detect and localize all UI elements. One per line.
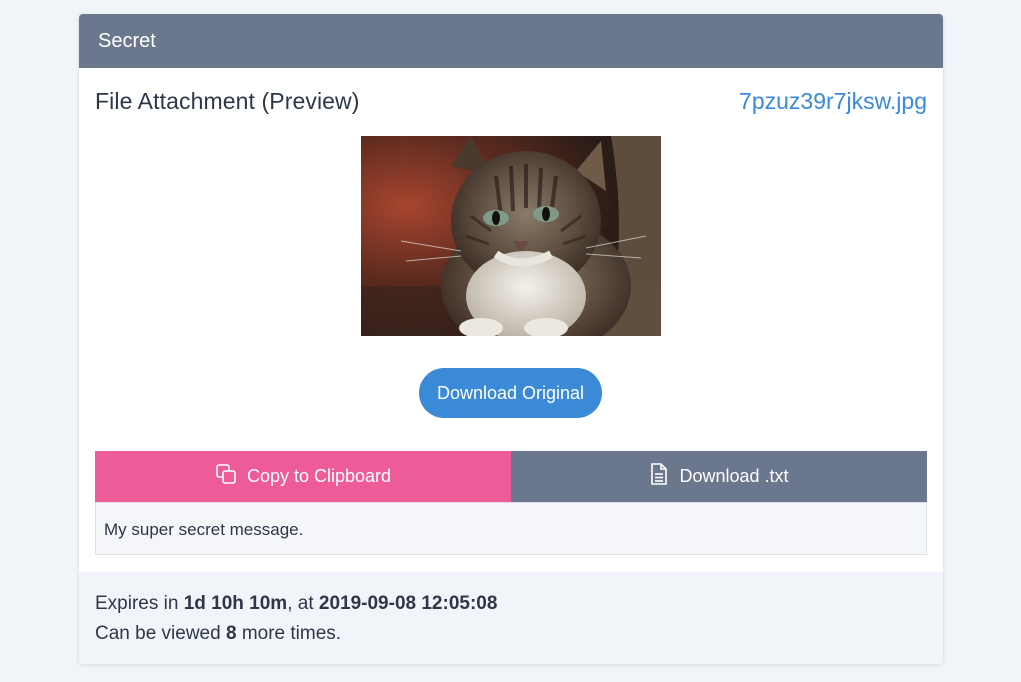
download-txt-button[interactable]: Download .txt (511, 451, 927, 502)
secret-message-box[interactable]: My super secret message. (95, 502, 927, 555)
views-suffix: more times. (236, 623, 342, 644)
expiry-prefix: Expires in (95, 593, 184, 614)
views-prefix: Can be viewed (95, 623, 226, 644)
secret-card: Secret File Attachment (Preview) 7pzuz39… (79, 14, 943, 664)
attachment-filename-link[interactable]: 7pzuz39r7jksw.jpg (739, 88, 927, 115)
clipboard-copy-icon (215, 463, 237, 490)
copy-button-label: Copy to Clipboard (246, 466, 392, 486)
views-line: Can be viewed 8 more times. (95, 619, 943, 649)
document-icon (649, 462, 669, 491)
download-original-button[interactable]: Download Original (419, 368, 602, 418)
expiry-mid: , at (287, 593, 319, 614)
expiry-line: Expires in 1d 10h 10m, at 2019-09-08 12:… (95, 589, 943, 619)
card-header: Secret (79, 14, 943, 68)
download-txt-label: Download .txt (679, 466, 789, 486)
expiry-datetime: 2019-09-08 12:05:08 (318, 593, 498, 614)
copy-to-clipboard-button[interactable]: Copy to Clipboard (95, 451, 511, 502)
expiry-duration: 1d 10h 10m (183, 593, 288, 614)
card-footer: Expires in 1d 10h 10m, at 2019-09-08 12:… (79, 572, 943, 664)
attachment-preview-image (361, 136, 661, 336)
card-body: File Attachment (Preview) 7pzuz39r7jksw.… (79, 68, 943, 572)
views-count: 8 (225, 623, 237, 644)
attachment-title: File Attachment (Preview) (95, 88, 360, 114)
secret-action-bar: Copy to Clipboard Download .txt (95, 451, 927, 502)
